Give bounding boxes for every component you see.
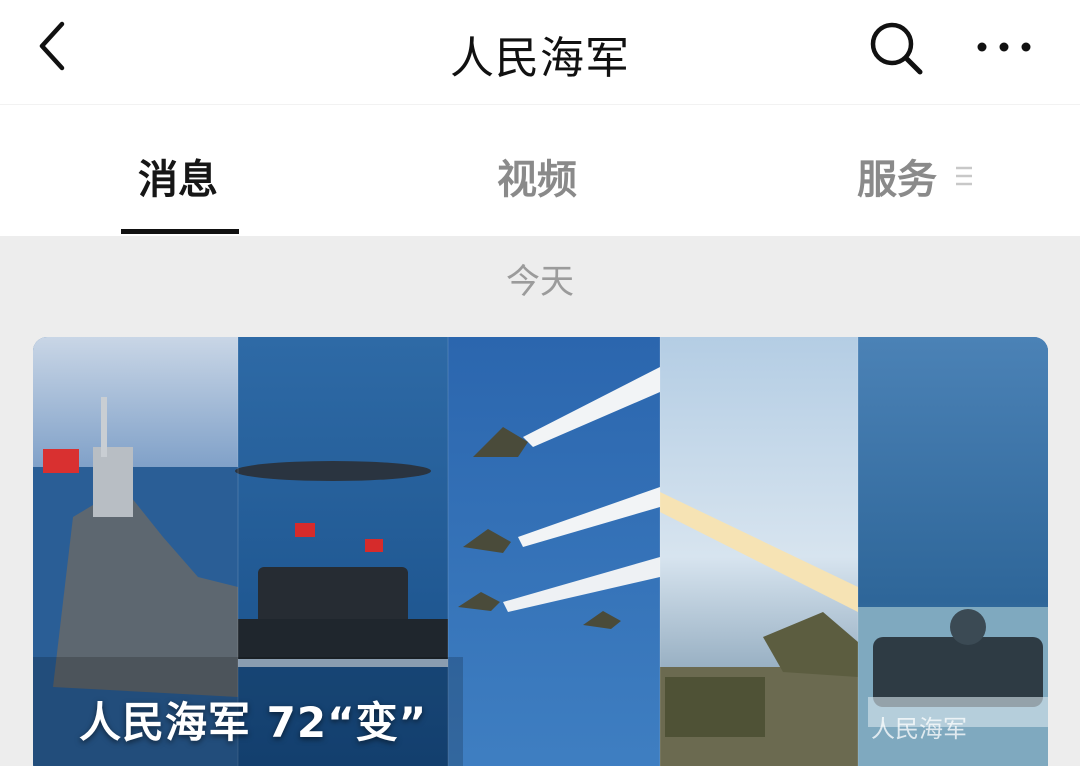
article-card[interactable]: 人民海军 72“变” 人民海军	[33, 337, 1048, 766]
more-horizontal-icon[interactable]	[972, 30, 1036, 64]
search-icon[interactable]	[866, 18, 926, 78]
tab-services[interactable]: 服务	[857, 147, 937, 205]
top-navigation-bar: 人民海军	[0, 0, 1080, 104]
tab-bar: 消息 视频 服务	[0, 104, 1080, 236]
article-title: 人民海军 72“变”	[79, 698, 428, 747]
active-tab-indicator	[121, 229, 239, 234]
date-separator: 今天	[506, 262, 574, 302]
tab-videos[interactable]: 视频	[497, 147, 577, 205]
menu-lines-icon[interactable]	[954, 165, 974, 187]
tab-messages[interactable]: 消息	[138, 147, 218, 205]
watermark-text: 人民海军	[871, 715, 967, 743]
